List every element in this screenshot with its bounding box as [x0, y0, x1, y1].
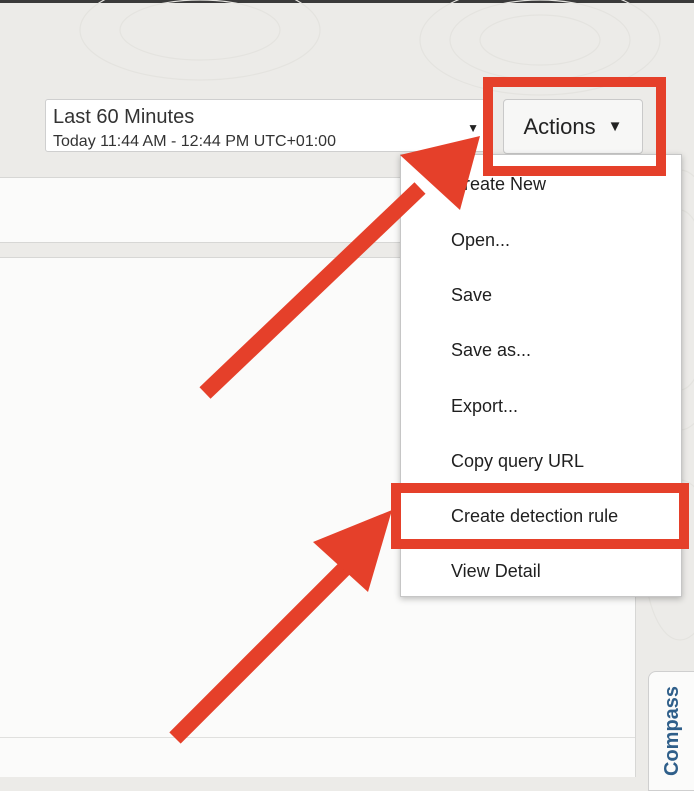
menu-item-open[interactable]: Open...	[451, 230, 510, 251]
caret-down-icon: ▼	[467, 121, 479, 135]
menu-item-view-detail[interactable]: View Detail	[451, 561, 541, 582]
time-range-label: Last 60 Minutes	[53, 106, 195, 128]
menu-item-save-as[interactable]: Save as...	[451, 340, 531, 361]
compass-tab[interactable]: Compass	[648, 671, 694, 791]
actions-highlight-box	[483, 77, 666, 176]
menu-item-save[interactable]: Save	[451, 285, 492, 306]
panel-divider	[0, 737, 635, 738]
detection-rule-highlight-box	[391, 483, 689, 549]
menu-item-export[interactable]: Export...	[451, 396, 518, 417]
time-range-select[interactable]: Last 60 Minutes Today 11:44 AM - 12:44 P…	[45, 99, 489, 152]
menu-item-create-new[interactable]: Create New	[451, 174, 546, 195]
compass-tab-label: Compass	[661, 685, 683, 776]
time-range-detail: Today 11:44 AM - 12:44 PM UTC+01:00	[53, 133, 336, 150]
menu-item-copy-query-url[interactable]: Copy query URL	[451, 451, 584, 472]
toolbar-panel: ⌄	[0, 177, 410, 243]
